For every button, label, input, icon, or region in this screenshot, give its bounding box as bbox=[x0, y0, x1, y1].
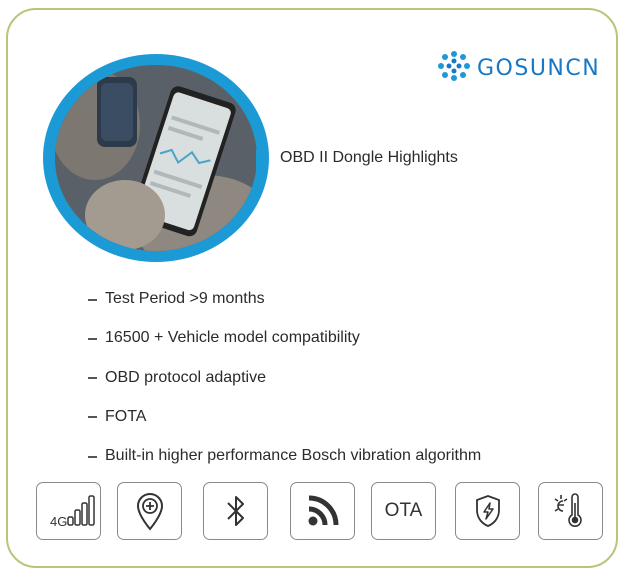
4g-signal-icon: 4G bbox=[36, 482, 101, 540]
dash-icon bbox=[88, 416, 97, 419]
dash-icon bbox=[88, 455, 97, 458]
feature-icon-bar: 4G OTA bbox=[0, 482, 627, 542]
ota-icon: OTA bbox=[371, 482, 436, 540]
list-item: OBD protocol adaptive bbox=[88, 368, 481, 388]
headline: OBD II Dongle Highlights bbox=[280, 149, 458, 166]
brand-logo: GOSUNCN bbox=[437, 50, 600, 87]
bluetooth-icon bbox=[203, 482, 268, 540]
list-item: 16500 + Vehicle model compatibility bbox=[88, 328, 481, 348]
list-item: Built-in higher performance Bosch vibrat… bbox=[88, 446, 481, 466]
feature-list: Test Period >9 months 16500 + Vehicle mo… bbox=[88, 289, 481, 485]
dash-icon bbox=[88, 298, 97, 301]
list-item: FOTA bbox=[88, 407, 481, 427]
brand-name: GOSUNCN bbox=[477, 56, 601, 81]
list-item: Test Period >9 months bbox=[88, 289, 481, 309]
dash-icon bbox=[88, 377, 97, 380]
phone-dongle-photo bbox=[55, 65, 257, 251]
dash-icon bbox=[88, 337, 97, 340]
shield-lightning-icon bbox=[455, 482, 520, 540]
wifi-icon bbox=[290, 482, 355, 540]
location-pin-icon bbox=[117, 482, 182, 540]
callout-pointer bbox=[256, 149, 268, 169]
temperature-icon bbox=[538, 482, 603, 540]
gosuncn-logo-icon bbox=[437, 50, 471, 87]
